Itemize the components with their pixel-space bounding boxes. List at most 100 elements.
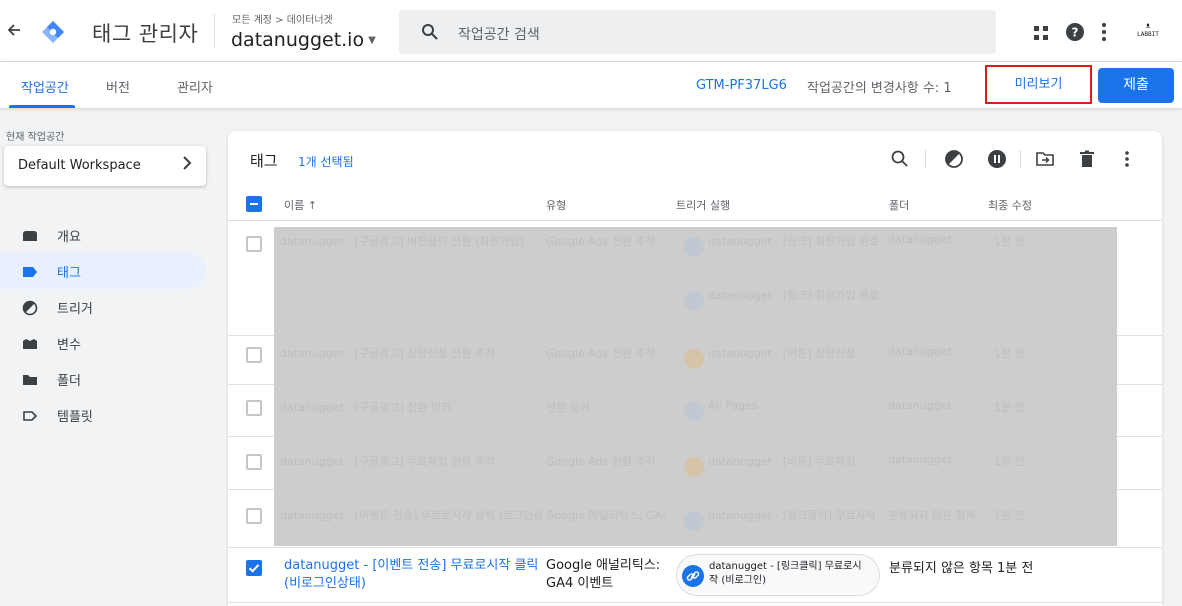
more-vert-icon[interactable]: [1117, 149, 1137, 169]
row-checkbox[interactable]: [246, 347, 262, 363]
container-name: datanugget.io: [231, 29, 365, 51]
sidebar-item-variables[interactable]: 변수: [0, 325, 206, 361]
row-checkbox[interactable]: [246, 508, 262, 524]
search-icon: [421, 23, 439, 41]
tag-type: Google 애널리틱스: GA4 이벤트: [546, 509, 666, 522]
search-placeholder: 작업공간 검색: [458, 27, 540, 43]
tag-folder: datanugget: [888, 345, 952, 358]
help-icon[interactable]: ?: [1066, 23, 1084, 41]
sidebar-item-label: 태그: [57, 266, 81, 281]
top-bar: 태그 관리자 모든 계정 > 데이터너겟 datanugget.io ▼ 작업공간…: [0, 0, 1182, 62]
tag-modified: 1분 전: [994, 509, 1025, 522]
trigger-icon: [684, 291, 704, 311]
search-icon[interactable]: [890, 149, 910, 169]
column-header-name[interactable]: 이름 ↑: [284, 197, 317, 213]
tab-admin[interactable]: 관리자: [177, 77, 213, 96]
tag-modified: 1분 전: [997, 561, 1034, 576]
row-divider: [228, 602, 1162, 603]
chevron-right-icon: [182, 155, 192, 174]
header-divider: [228, 220, 1162, 221]
breadcrumb[interactable]: 모든 계정 > 데이터너겟: [232, 11, 333, 26]
current-workspace-label: 현재 작업공간: [6, 132, 65, 143]
tag-type: Google Ads 전환 추적: [546, 347, 656, 360]
trigger-name: All Pages: [708, 399, 758, 412]
sidebar-item-folders[interactable]: 폴더: [0, 361, 206, 397]
column-header-type[interactable]: 유형: [546, 197, 566, 213]
trigger-chip[interactable]: datanugget - [링크클릭] 무료로시작 (비로그인): [676, 554, 880, 596]
workspace-selector[interactable]: Default Workspace: [4, 146, 206, 186]
trigger-name: datanugget - [버튼] 상담신청: [708, 347, 856, 360]
tag-folder: 분류되지 않은 항목: [888, 509, 976, 522]
title-divider: [214, 14, 215, 48]
overview-icon: [22, 228, 38, 242]
selection-count: 1개 선택됨: [298, 155, 354, 169]
trigger-icon: [22, 300, 38, 316]
sidebar-item-tags[interactable]: 태그: [0, 253, 206, 289]
row-checkbox[interactable]: [246, 236, 262, 252]
toolbar-divider: [1020, 150, 1021, 168]
workspace-search[interactable]: 작업공간 검색: [399, 10, 996, 54]
workspace-changes: 작업공간의 변경사항 수: 1: [807, 81, 952, 96]
row-divider: [228, 547, 1162, 548]
move-to-folder-icon[interactable]: [1035, 149, 1055, 169]
toolbar-divider: [925, 150, 926, 168]
nav-bar: 작업공간 버전 관리자 GTM-PF37LG6 작업공간의 변경사항 수: 1 …: [0, 62, 1182, 108]
sidebar-item-label: 폴더: [57, 374, 81, 389]
row-checkbox-checked[interactable]: [246, 560, 262, 576]
trigger-icon: [684, 237, 704, 257]
container-id[interactable]: GTM-PF37LG6: [696, 78, 787, 93]
tag-type: Google Ads 전환 추적: [546, 235, 656, 248]
column-header-folder[interactable]: 폴더: [889, 197, 909, 213]
preview-button[interactable]: 미리보기: [985, 65, 1092, 104]
tag-folder: datanugget: [888, 399, 952, 412]
delete-icon[interactable]: [1077, 149, 1097, 169]
sidebar-item-label: 트리거: [57, 302, 93, 317]
account-logo-text: LABBIT: [1137, 31, 1159, 38]
sidebar-item-label: 변수: [57, 338, 81, 353]
trigger-icon: [684, 511, 704, 531]
link-click-trigger-icon: [682, 565, 704, 587]
app-title: 태그 관리자: [92, 22, 199, 46]
column-header-triggers[interactable]: 트리거 실행: [676, 197, 730, 213]
trigger-name: datanugget - [링크] 회원가입 완료: [708, 289, 878, 302]
tag-type: Google Ads 전환 추적: [546, 455, 656, 468]
row-checkbox[interactable]: [246, 400, 262, 416]
tag-modified: 1분 전: [994, 401, 1025, 414]
tab-workspace[interactable]: 작업공간: [21, 77, 69, 96]
more-vert-icon[interactable]: [1101, 22, 1107, 42]
tag-type: Google 애널리틱스: GA4 이벤트: [546, 558, 661, 591]
account-logo[interactable]: ᴥ LABBIT: [1131, 21, 1165, 43]
tag-name: datanugget - [구글광고] 상담신청 전환 추적: [280, 347, 496, 360]
select-all-checkbox[interactable]: [246, 196, 262, 212]
folder-icon: [22, 372, 38, 386]
tag-name: datanugget - [구글광고] 전환 링커: [280, 401, 452, 414]
sidebar-item-triggers[interactable]: 트리거: [0, 289, 206, 325]
tag-folder: 분류되지 않은 항목: [889, 561, 993, 576]
trigger-icon: [684, 401, 704, 421]
tag-modified: 1분 전: [994, 347, 1025, 360]
pause-icon[interactable]: [987, 149, 1007, 169]
row-checkbox[interactable]: [246, 454, 262, 470]
column-header-last-edited[interactable]: 최종 수정: [988, 197, 1032, 213]
container-selector[interactable]: datanugget.io ▼: [231, 29, 376, 51]
submit-button[interactable]: 제출: [1098, 68, 1174, 103]
tag-name-link[interactable]: datanugget - [이벤트 전송] 무료로시작 클릭 (비로그인상태): [284, 557, 554, 593]
template-icon: [22, 408, 38, 422]
redacted-rows: datanugget - [구글광고] 버튼클릭 전환 (회원가입) Googl…: [274, 227, 1117, 546]
sidebar-item-label: 개요: [57, 230, 81, 245]
tag-name: datanugget - [이벤트 전송] 무료로시작 클릭 (로그인상태): [280, 509, 542, 522]
sidebar-item-overview[interactable]: 개요: [0, 217, 206, 253]
tag-modified: 1분 전: [994, 455, 1025, 468]
variables-icon: [22, 336, 38, 350]
svg-text:?: ?: [1072, 26, 1079, 40]
trigger-icon[interactable]: [944, 149, 964, 169]
arrow-back-icon[interactable]: [7, 23, 21, 41]
caret-down-icon: ▼: [368, 35, 376, 46]
tab-versions[interactable]: 버전: [106, 77, 130, 96]
trigger-name: datanugget - [링크클릭] 무료로시작 (비로그인): [709, 561, 862, 586]
card-title: 태그: [250, 152, 278, 170]
trigger-name: datanugget - [버튼] 무료체험: [708, 455, 856, 468]
apps-icon[interactable]: [1034, 25, 1048, 40]
sidebar-item-label: 템플릿: [57, 410, 93, 425]
sidebar-item-templates[interactable]: 템플릿: [0, 397, 206, 433]
